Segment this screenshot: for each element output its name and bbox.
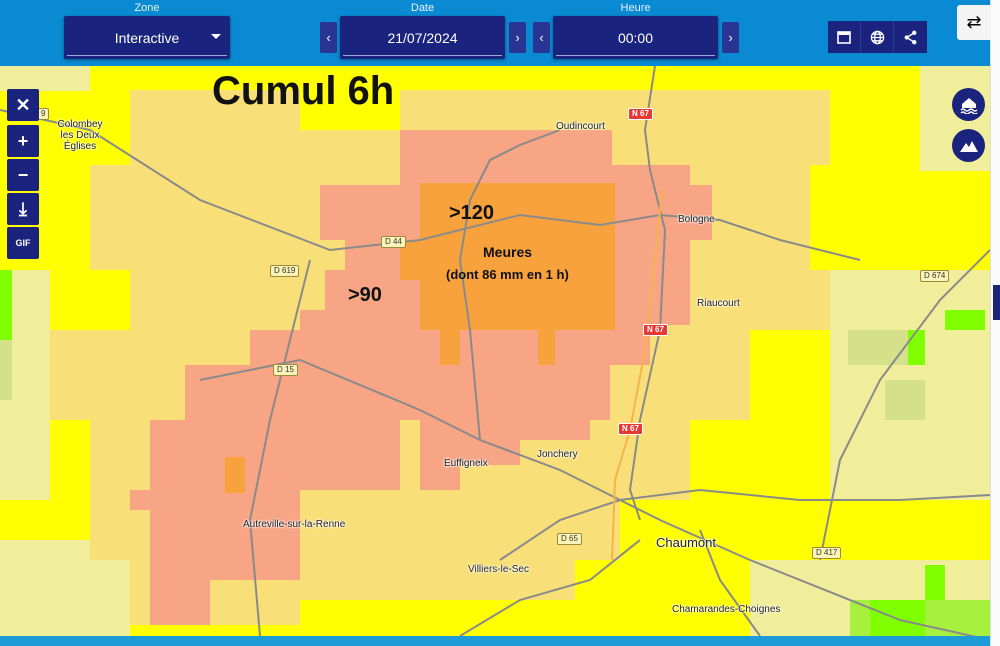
share-button[interactable] <box>894 21 927 53</box>
road-tag: D 65 <box>557 533 582 545</box>
town-label: Chamarandes-Choignes <box>672 604 781 615</box>
zone-value: Interactive <box>114 29 180 46</box>
globe-icon <box>870 30 884 44</box>
road-tag: D 44 <box>381 236 406 248</box>
zoom-out-button[interactable]: − <box>7 159 39 191</box>
terrain-layer-button[interactable] <box>952 129 985 162</box>
date-label: Date <box>410 2 435 14</box>
place-label: Meures <box>483 244 533 260</box>
gif-button[interactable]: GIF <box>7 227 39 259</box>
zoom-in-button[interactable]: + <box>7 125 39 157</box>
label-over-90: >90 <box>348 284 382 306</box>
side-panel-edge <box>990 0 1000 646</box>
download-button[interactable]: ⤓ <box>7 193 39 225</box>
caret-down-icon <box>211 34 221 44</box>
road-tag: D 619 <box>270 265 300 277</box>
mountain-icon <box>959 140 978 152</box>
town-label: Autreville-sur-la-Renne <box>243 519 346 530</box>
calendar-icon <box>837 31 851 44</box>
close-button[interactable]: ✕ <box>7 89 39 121</box>
date-field[interactable]: 21/07/2024 <box>340 16 505 59</box>
date-next-button[interactable]: › <box>509 22 526 53</box>
flood-layer-button[interactable] <box>952 88 985 121</box>
hour-prev-button[interactable]: ‹ <box>533 22 550 53</box>
road-tag: N 67 <box>643 324 668 336</box>
calendar-button[interactable] <box>828 21 861 53</box>
town-label: Bologne <box>678 214 715 225</box>
zone-label: Zone <box>134 2 160 14</box>
town-label-chaumont: Chaumont <box>656 535 716 550</box>
road-tag: D 417 <box>812 547 842 559</box>
road-tag: D 674 <box>920 270 950 282</box>
map-title: Cumul 6h <box>212 69 395 113</box>
bottom-bar <box>0 636 990 646</box>
hour-field[interactable]: 00:00 <box>553 16 718 59</box>
town-label: Euffigneix <box>444 458 488 469</box>
town-label: Colombey les Deux Églises <box>57 119 103 152</box>
town-label: Oudincourt <box>556 121 605 132</box>
zone-select[interactable]: Interactive <box>64 16 230 59</box>
precipitation-map[interactable]: Cumul 6h >120 >90 Meures (dont 86 mm en … <box>0 66 990 636</box>
globe-button[interactable] <box>861 21 894 53</box>
date-prev-button[interactable]: ‹ <box>320 22 337 53</box>
note-label: (dont 86 mm en 1 h) <box>446 267 569 282</box>
top-toolbar: Zone Interactive ‹ Date 21/07/2024 › ‹ H… <box>0 0 990 66</box>
hour-label: Heure <box>620 2 651 14</box>
flood-house-icon <box>960 97 977 114</box>
road-tag: N 67 <box>618 423 643 435</box>
swap-panel-button[interactable]: ⇄ <box>957 5 991 40</box>
town-label: Jonchery <box>537 449 578 460</box>
road-tag: N 67 <box>628 108 653 120</box>
road-tag: D 15 <box>273 364 298 376</box>
hour-next-button[interactable]: › <box>722 22 739 53</box>
map-layer <box>0 66 990 636</box>
label-over-120: >120 <box>449 202 495 224</box>
share-icon <box>904 30 917 44</box>
town-label: Villiers-le-Sec <box>468 564 529 575</box>
town-label: Riaucourt <box>697 298 740 309</box>
